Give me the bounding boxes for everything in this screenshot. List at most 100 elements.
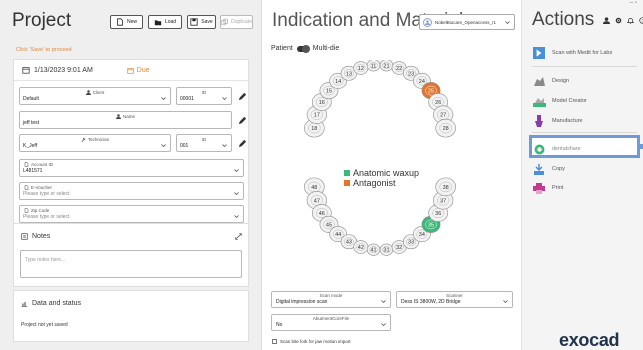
multidie-toggle[interactable] xyxy=(296,44,310,53)
divider xyxy=(532,132,637,133)
tooth-number: 21 xyxy=(383,63,389,69)
action-dentalshare[interactable]: dentalshare xyxy=(532,143,581,155)
window-controls[interactable]: – ▫ xyxy=(630,0,637,6)
profile-select[interactable]: NobelBiocare_Openaccess_r1 xyxy=(419,14,515,30)
dentalshare-icon xyxy=(534,144,544,154)
data-status-card: Data and status Project not yet saved xyxy=(13,290,249,342)
document-icon xyxy=(24,208,29,213)
tooth-number: 48 xyxy=(311,185,317,191)
tooth-number: 43 xyxy=(346,240,352,246)
tooth-41[interactable]: 41 xyxy=(366,243,381,256)
tooth-number: 34 xyxy=(419,232,425,238)
tooth-number: 16 xyxy=(319,100,325,106)
notes-card: Notes Type notes here... xyxy=(13,223,249,287)
data-status-title: Data and status xyxy=(32,300,82,307)
evoucher-select[interactable]: E-Voucher Please type or select xyxy=(19,182,244,200)
avatar xyxy=(423,17,432,27)
scanner-select[interactable]: Scanner Dess IS 3800W, 2D Bridge xyxy=(396,291,513,308)
model-creator-icon xyxy=(532,97,546,107)
tooth-number: 11 xyxy=(371,63,377,69)
action-copy[interactable]: Copy xyxy=(532,163,565,175)
tooth-number: 32 xyxy=(396,245,402,251)
save-button[interactable]: Save xyxy=(187,15,216,29)
notes-input[interactable]: Type notes here... xyxy=(20,250,242,278)
calendar-icon xyxy=(22,67,30,74)
load-button[interactable]: Load xyxy=(148,15,182,29)
name-field[interactable]: Name jeff test xyxy=(19,111,232,129)
edit-client-icon[interactable] xyxy=(238,92,247,101)
client-id-select[interactable]: ID 00001 xyxy=(176,87,232,105)
tooth-number: 17 xyxy=(314,113,320,119)
tooth-number: 15 xyxy=(326,89,332,95)
user-icon xyxy=(85,90,91,95)
new-button[interactable]: New xyxy=(110,15,143,29)
edit-name-icon[interactable] xyxy=(238,116,247,125)
action-print[interactable]: Print xyxy=(532,182,563,194)
legend-swatch xyxy=(344,170,350,176)
tooth-number: 26 xyxy=(435,100,441,106)
tooth-number: 25 xyxy=(428,89,434,95)
tooth-number: 28 xyxy=(443,126,449,132)
tooth-number: 36 xyxy=(435,211,441,217)
action-manufacture[interactable]: Manufacture xyxy=(532,115,583,127)
chevron-down-icon xyxy=(161,144,166,148)
tooth-number: 27 xyxy=(440,113,446,119)
help-icon[interactable]: ? xyxy=(639,17,643,24)
tooth-11[interactable]: 11 xyxy=(366,60,381,72)
legend-label: Anatomic waxup xyxy=(353,168,420,178)
tooth-31[interactable]: 31 xyxy=(379,243,394,256)
tooth-number: 14 xyxy=(335,79,341,85)
chevron-down-icon xyxy=(234,169,239,173)
tooth-number: 42 xyxy=(358,245,364,251)
design-icon xyxy=(533,76,545,86)
actions-panel: – ▫ Actions ? Scan with Medit for Labs D… xyxy=(521,0,643,350)
new-file-icon xyxy=(117,18,123,26)
chevron-down-icon xyxy=(234,215,239,219)
technician-select[interactable]: Technician K_Jeff xyxy=(19,134,171,152)
tooth-42[interactable]: 42 xyxy=(353,240,369,254)
action-design[interactable]: Design xyxy=(532,75,569,87)
technician-id-select[interactable]: ID 001 xyxy=(176,134,232,152)
tooth-number: 45 xyxy=(326,222,332,228)
tooth-number: 13 xyxy=(346,71,352,77)
client-select[interactable]: Client Default xyxy=(19,87,171,105)
due-date[interactable]: Due xyxy=(127,67,150,74)
tooth-number: 38 xyxy=(443,185,449,191)
chart-icon xyxy=(21,302,28,307)
tooth-number: 22 xyxy=(396,66,402,72)
zip-code-select[interactable]: Zip Code Please type or select xyxy=(19,205,244,223)
tooth-number: 44 xyxy=(335,232,341,238)
scan-icon xyxy=(533,47,545,59)
gear-icon[interactable] xyxy=(615,17,622,24)
document-icon xyxy=(24,185,29,190)
bite-fork-checkbox[interactable] xyxy=(272,339,277,344)
action-scan-medit[interactable]: Scan with Medit for Labs xyxy=(532,47,612,59)
tooth-number: 18 xyxy=(311,126,317,132)
edit-technician-icon[interactable] xyxy=(238,139,247,148)
user-icon[interactable] xyxy=(603,17,610,24)
tooth-38[interactable]: 38 xyxy=(435,177,456,197)
tooth-12[interactable]: 12 xyxy=(353,61,369,75)
patient-multidie-toggle-row: Patient Multi-die xyxy=(271,44,340,53)
save-status-text: Project not yet saved xyxy=(21,322,68,328)
chevron-down-icon xyxy=(222,144,227,148)
date-bar: 1/13/2023 9:01 AM Due xyxy=(14,60,248,81)
copy-icon xyxy=(534,163,544,175)
chevron-down-icon xyxy=(381,300,386,304)
tooth-21[interactable]: 21 xyxy=(379,60,394,72)
duplicate-button[interactable]: Duplicate xyxy=(220,15,253,29)
tooth-number: 33 xyxy=(408,240,414,246)
exocad-logo: exocad xyxy=(559,330,620,350)
project-date[interactable]: 1/13/2023 9:01 AM xyxy=(34,67,93,74)
expand-icon[interactable] xyxy=(235,233,242,240)
account-id-select[interactable]: Account ID L481571 xyxy=(19,159,244,177)
action-model-creator[interactable]: Model Creator xyxy=(532,95,587,107)
tooth-number: 31 xyxy=(383,248,389,254)
tooth-28[interactable]: 28 xyxy=(435,118,456,138)
tooth-number: 41 xyxy=(370,248,376,254)
bell-icon[interactable] xyxy=(627,17,634,24)
abutment-file-select[interactable]: AbutmentCoreFile No xyxy=(271,314,391,331)
user-icon xyxy=(425,19,430,25)
project-info-card: 1/13/2023 9:01 AM Due Client Default ID … xyxy=(13,59,249,245)
scan-mode-select[interactable]: Scan mode Digital impression scan xyxy=(271,291,391,308)
